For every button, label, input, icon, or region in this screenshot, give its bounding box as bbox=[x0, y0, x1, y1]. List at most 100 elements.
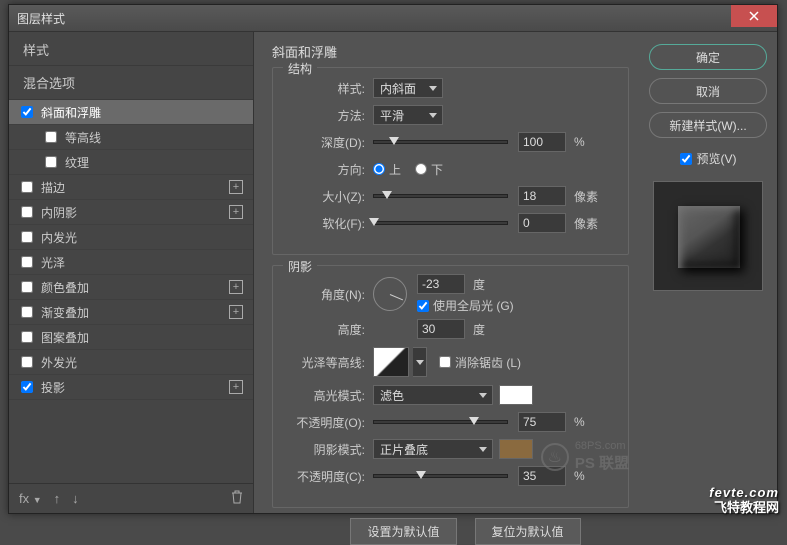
angle-unit: 度 bbox=[473, 276, 485, 293]
shadow-color-swatch[interactable] bbox=[499, 439, 533, 459]
soften-input[interactable] bbox=[518, 213, 566, 233]
add-effect-icon[interactable]: + bbox=[229, 380, 243, 394]
style-select[interactable]: 内斜面 bbox=[373, 78, 443, 98]
move-up-icon[interactable]: ↑ bbox=[54, 491, 61, 506]
style-item[interactable]: 渐变叠加+ bbox=[9, 300, 253, 325]
ok-button[interactable]: 确定 bbox=[649, 44, 767, 70]
technique-label: 方法: bbox=[285, 107, 373, 124]
blending-options-header[interactable]: 混合选项 bbox=[9, 66, 253, 100]
direction-label: 方向: bbox=[285, 161, 373, 178]
style-item[interactable]: 投影 + bbox=[9, 375, 253, 400]
style-item-label: 颜色叠加 bbox=[41, 279, 89, 296]
technique-select[interactable]: 平滑 bbox=[373, 105, 443, 125]
effect-title: 斜面和浮雕 bbox=[272, 42, 629, 61]
antialias-checkbox[interactable]: 消除锯齿 (L) bbox=[439, 354, 521, 371]
styles-footer: fx ▼ ↑ ↓ bbox=[9, 483, 253, 513]
style-item-label: 投影 bbox=[41, 379, 65, 396]
add-effect-icon[interactable]: + bbox=[229, 305, 243, 319]
reset-default-button[interactable]: 复位为默认值 bbox=[475, 518, 581, 545]
titlebar[interactable]: 图层样式 bbox=[9, 5, 777, 32]
soften-label: 软化(F): bbox=[285, 215, 373, 232]
style-item[interactable]: 光泽 bbox=[9, 250, 253, 275]
style-item-checkbox[interactable] bbox=[45, 131, 57, 143]
style-item[interactable]: 描边 + bbox=[9, 175, 253, 200]
trash-icon[interactable] bbox=[231, 490, 243, 507]
global-light-checkbox[interactable]: 使用全局光 (G) bbox=[417, 297, 514, 314]
highlight-opacity-slider[interactable] bbox=[373, 420, 508, 424]
shadow-opacity-slider[interactable] bbox=[373, 474, 508, 478]
angle-input[interactable] bbox=[417, 274, 465, 294]
move-down-icon[interactable]: ↓ bbox=[72, 491, 79, 506]
layer-style-dialog: 图层样式 样式 混合选项 斜面和浮雕等高线纹理描边 + 内阴影 + 内发光光泽颜色叠加 +… bbox=[8, 4, 778, 514]
angle-dial[interactable] bbox=[373, 277, 407, 311]
style-item-label: 纹理 bbox=[65, 154, 89, 171]
style-item-checkbox[interactable] bbox=[21, 306, 33, 318]
flame-icon: ♨ bbox=[541, 443, 569, 471]
style-item-checkbox[interactable] bbox=[21, 356, 33, 368]
style-item[interactable]: 外发光 bbox=[9, 350, 253, 375]
gloss-contour-label: 光泽等高线: bbox=[285, 354, 373, 371]
style-item[interactable]: 颜色叠加 + bbox=[9, 275, 253, 300]
add-effect-icon[interactable]: + bbox=[229, 180, 243, 194]
style-item-label: 等高线 bbox=[65, 129, 101, 146]
size-label: 大小(Z): bbox=[285, 188, 373, 205]
direction-down[interactable]: 下 bbox=[415, 161, 443, 178]
style-item-checkbox[interactable] bbox=[21, 381, 33, 393]
depth-slider[interactable] bbox=[373, 140, 508, 144]
highlight-opacity-input[interactable] bbox=[518, 412, 566, 432]
cancel-button[interactable]: 取消 bbox=[649, 78, 767, 104]
action-panel: 确定 取消 新建样式(W)... 预览(V) bbox=[639, 32, 777, 513]
close-icon bbox=[749, 11, 759, 21]
style-item[interactable]: 图案叠加 bbox=[9, 325, 253, 350]
add-effect-icon[interactable]: + bbox=[229, 280, 243, 294]
gloss-contour-dropdown[interactable] bbox=[413, 347, 427, 377]
style-item-checkbox[interactable] bbox=[21, 231, 33, 243]
shadow-mode-select[interactable]: 正片叠底 bbox=[373, 439, 493, 459]
highlight-opacity-unit: % bbox=[574, 415, 585, 429]
style-item-label: 内阴影 bbox=[41, 204, 77, 221]
style-item-label: 光泽 bbox=[41, 254, 65, 271]
altitude-input[interactable] bbox=[417, 319, 465, 339]
altitude-unit: 度 bbox=[473, 321, 485, 338]
add-effect-icon[interactable]: + bbox=[229, 205, 243, 219]
depth-input[interactable] bbox=[518, 132, 566, 152]
style-item-label: 内发光 bbox=[41, 229, 77, 246]
fx-menu[interactable]: fx ▼ bbox=[19, 491, 42, 506]
size-input[interactable] bbox=[518, 186, 566, 206]
style-item[interactable]: 等高线 bbox=[9, 125, 253, 150]
highlight-mode-select[interactable]: 滤色 bbox=[373, 385, 493, 405]
styles-header[interactable]: 样式 bbox=[9, 32, 253, 66]
preview-checkbox[interactable]: 预览(V) bbox=[649, 150, 767, 167]
style-item[interactable]: 内发光 bbox=[9, 225, 253, 250]
watermark-68ps: ♨ 68PS.com PS 联盟 bbox=[541, 440, 629, 473]
style-item-checkbox[interactable] bbox=[21, 331, 33, 343]
style-item-checkbox[interactable] bbox=[21, 206, 33, 218]
make-default-button[interactable]: 设置为默认值 bbox=[350, 518, 456, 545]
soften-slider[interactable] bbox=[373, 221, 508, 225]
style-item[interactable]: 内阴影 + bbox=[9, 200, 253, 225]
highlight-color-swatch[interactable] bbox=[499, 385, 533, 405]
style-item-checkbox[interactable] bbox=[21, 181, 33, 193]
style-item[interactable]: 纹理 bbox=[9, 150, 253, 175]
style-item[interactable]: 斜面和浮雕 bbox=[9, 100, 253, 125]
shading-legend: 阴影 bbox=[283, 258, 317, 275]
depth-label: 深度(D): bbox=[285, 134, 373, 151]
settings-panel: 斜面和浮雕 结构 样式: 内斜面 方法: 平滑 深度(D): % bbox=[254, 32, 639, 513]
style-item-checkbox[interactable] bbox=[45, 156, 57, 168]
size-slider[interactable] bbox=[373, 194, 508, 198]
style-item-label: 斜面和浮雕 bbox=[41, 104, 101, 121]
style-item-checkbox[interactable] bbox=[21, 106, 33, 118]
preview-thumbnail bbox=[653, 181, 763, 291]
watermark-fevte: fevte.com 飞特教程网 bbox=[709, 486, 779, 515]
style-item-label: 描边 bbox=[41, 179, 65, 196]
close-button[interactable] bbox=[731, 5, 777, 27]
highlight-mode-label: 高光模式: bbox=[285, 387, 373, 404]
soften-unit: 像素 bbox=[574, 215, 598, 232]
style-item-checkbox[interactable] bbox=[21, 256, 33, 268]
direction-up[interactable]: 上 bbox=[373, 161, 401, 178]
window-title: 图层样式 bbox=[17, 10, 65, 27]
altitude-label: 高度: bbox=[285, 321, 373, 338]
style-item-checkbox[interactable] bbox=[21, 281, 33, 293]
new-style-button[interactable]: 新建样式(W)... bbox=[649, 112, 767, 138]
gloss-contour-picker[interactable] bbox=[373, 347, 409, 377]
